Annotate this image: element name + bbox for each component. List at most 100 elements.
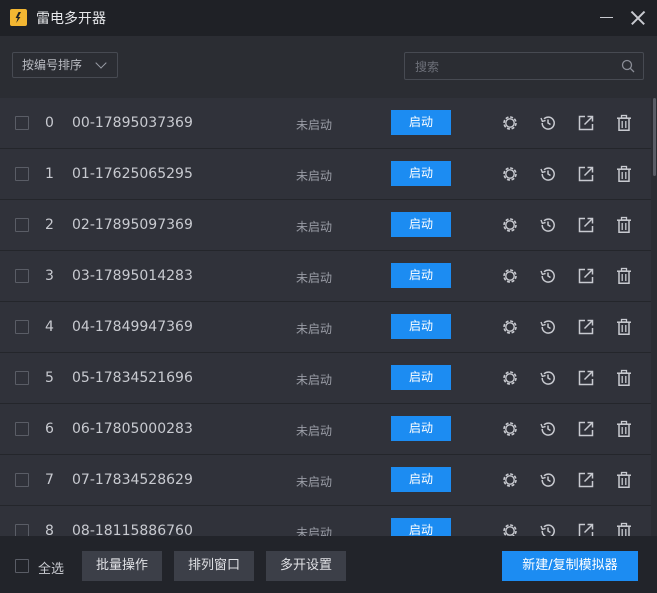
- emulator-row[interactable]: 8 08-18115886760 未启动 启动: [0, 506, 651, 536]
- trash-icon[interactable]: [615, 216, 633, 234]
- trash-icon[interactable]: [615, 165, 633, 183]
- history-icon[interactable]: [539, 216, 557, 234]
- export-icon[interactable]: [577, 369, 595, 387]
- history-icon[interactable]: [539, 165, 557, 183]
- row-index: 4: [45, 319, 54, 335]
- trash-icon[interactable]: [615, 522, 633, 536]
- row-checkbox[interactable]: [15, 116, 29, 130]
- emulator-name: 00-17895037369: [72, 115, 193, 131]
- minimize-icon[interactable]: [597, 8, 617, 28]
- trash-icon[interactable]: [615, 267, 633, 285]
- row-index: 7: [45, 472, 54, 488]
- search-icon[interactable]: [621, 59, 635, 73]
- emulator-name: 02-17895097369: [72, 217, 193, 233]
- export-icon[interactable]: [577, 165, 595, 183]
- row-checkbox[interactable]: [15, 473, 29, 487]
- history-icon[interactable]: [539, 522, 557, 536]
- export-icon[interactable]: [577, 114, 595, 132]
- emulator-list: 0 00-17895037369 未启动 启动 1 01-17625065295 未启动 启动…: [0, 98, 651, 536]
- batch-operation-button[interactable]: 批量操作: [82, 551, 162, 581]
- emulator-status: 未启动: [296, 169, 333, 183]
- gear-icon[interactable]: [501, 267, 519, 285]
- gear-icon[interactable]: [501, 165, 519, 183]
- chevron-down-icon: [95, 57, 107, 69]
- row-index: 8: [45, 523, 54, 536]
- row-index: 6: [45, 421, 54, 437]
- export-icon[interactable]: [577, 420, 595, 438]
- gear-icon[interactable]: [501, 369, 519, 387]
- row-index: 2: [45, 217, 54, 233]
- row-checkbox[interactable]: [15, 167, 29, 181]
- row-checkbox[interactable]: [15, 371, 29, 385]
- history-icon[interactable]: [539, 369, 557, 387]
- select-all-label[interactable]: 全选: [38, 558, 64, 577]
- gear-icon[interactable]: [501, 420, 519, 438]
- export-icon[interactable]: [577, 522, 595, 536]
- title-bar: 雷电多开器: [0, 0, 657, 36]
- emulator-status: 未启动: [296, 322, 333, 336]
- sort-dropdown[interactable]: 按编号排序: [12, 52, 118, 78]
- search-box[interactable]: [404, 52, 644, 80]
- scrollbar-thumb[interactable]: [653, 98, 656, 176]
- gear-icon[interactable]: [501, 114, 519, 132]
- emulator-status: 未启动: [296, 118, 333, 132]
- export-icon[interactable]: [577, 318, 595, 336]
- emulator-status: 未启动: [296, 424, 333, 438]
- gear-icon[interactable]: [501, 471, 519, 489]
- start-button[interactable]: 启动: [391, 314, 451, 339]
- emulator-status: 未启动: [296, 526, 333, 536]
- export-icon[interactable]: [577, 471, 595, 489]
- history-icon[interactable]: [539, 471, 557, 489]
- row-checkbox[interactable]: [15, 422, 29, 436]
- start-button[interactable]: 启动: [391, 110, 451, 135]
- export-icon[interactable]: [577, 267, 595, 285]
- start-button[interactable]: 启动: [391, 161, 451, 186]
- emulator-name: 01-17625065295: [72, 166, 193, 182]
- trash-icon[interactable]: [615, 318, 633, 336]
- emulator-status: 未启动: [296, 220, 333, 234]
- row-checkbox[interactable]: [15, 524, 29, 536]
- emulator-name: 03-17895014283: [72, 268, 193, 284]
- emulator-row[interactable]: 6 06-17805000283 未启动 启动: [0, 404, 651, 455]
- gear-icon[interactable]: [501, 522, 519, 536]
- row-index: 3: [45, 268, 54, 284]
- row-checkbox[interactable]: [15, 218, 29, 232]
- history-icon[interactable]: [539, 420, 557, 438]
- row-index: 5: [45, 370, 54, 386]
- gear-icon[interactable]: [501, 216, 519, 234]
- trash-icon[interactable]: [615, 420, 633, 438]
- scrollbar[interactable]: [652, 98, 657, 536]
- start-button[interactable]: 启动: [391, 263, 451, 288]
- row-checkbox[interactable]: [15, 269, 29, 283]
- emulator-row[interactable]: 4 04-17849947369 未启动 启动: [0, 302, 651, 353]
- gear-icon[interactable]: [501, 318, 519, 336]
- emulator-row[interactable]: 2 02-17895097369 未启动 启动: [0, 200, 651, 251]
- trash-icon[interactable]: [615, 114, 633, 132]
- trash-icon[interactable]: [615, 369, 633, 387]
- start-button[interactable]: 启动: [391, 467, 451, 492]
- export-icon[interactable]: [577, 216, 595, 234]
- start-button[interactable]: 启动: [391, 365, 451, 390]
- new-copy-emulator-button[interactable]: 新建/复制模拟器: [502, 551, 638, 581]
- emulator-row[interactable]: 1 01-17625065295 未启动 启动: [0, 149, 651, 200]
- emulator-row[interactable]: 0 00-17895037369 未启动 启动: [0, 98, 651, 149]
- emulator-row[interactable]: 3 03-17895014283 未启动 启动: [0, 251, 651, 302]
- select-all-checkbox[interactable]: [15, 559, 29, 573]
- start-button[interactable]: 启动: [391, 518, 451, 536]
- history-icon[interactable]: [539, 114, 557, 132]
- history-icon[interactable]: [539, 318, 557, 336]
- emulator-name: 05-17834521696: [72, 370, 193, 386]
- search-input[interactable]: [413, 57, 617, 77]
- row-index: 0: [45, 115, 54, 131]
- history-icon[interactable]: [539, 267, 557, 285]
- emulator-row[interactable]: 5 05-17834521696 未启动 启动: [0, 353, 651, 404]
- emulator-status: 未启动: [296, 271, 333, 285]
- arrange-windows-button[interactable]: 排列窗口: [174, 551, 254, 581]
- start-button[interactable]: 启动: [391, 416, 451, 441]
- emulator-row[interactable]: 7 07-17834528629 未启动 启动: [0, 455, 651, 506]
- trash-icon[interactable]: [615, 471, 633, 489]
- close-icon[interactable]: [628, 8, 648, 28]
- multi-settings-button[interactable]: 多开设置: [266, 551, 346, 581]
- start-button[interactable]: 启动: [391, 212, 451, 237]
- row-checkbox[interactable]: [15, 320, 29, 334]
